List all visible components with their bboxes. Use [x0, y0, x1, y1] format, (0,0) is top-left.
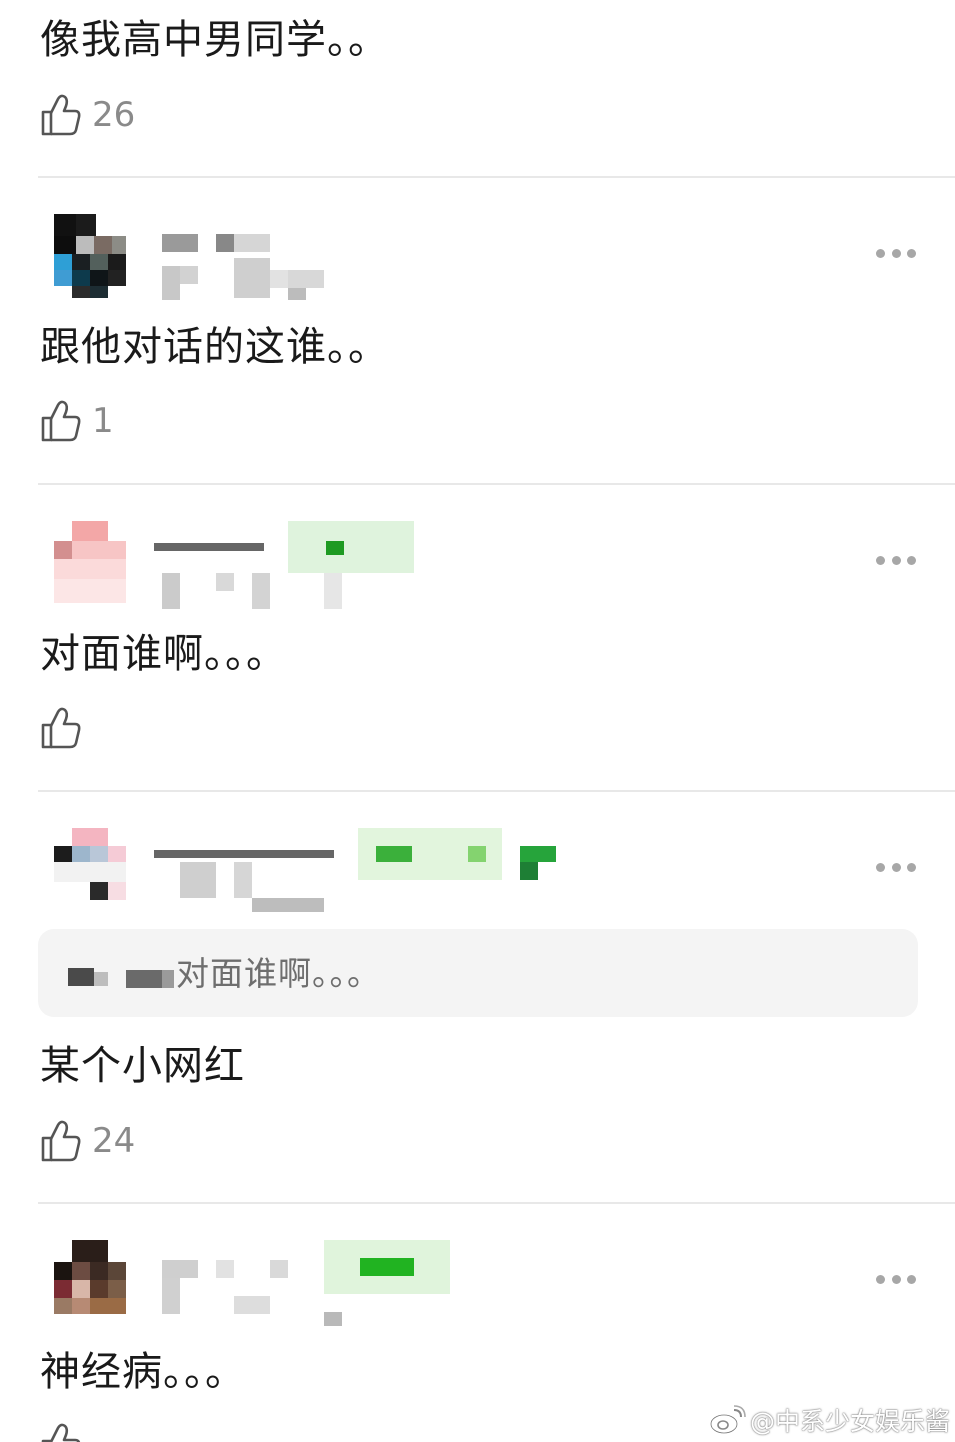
ellipsis-icon[interactable] — [876, 1273, 916, 1285]
avatar[interactable] — [40, 214, 130, 304]
avatar[interactable] — [40, 828, 130, 918]
username-blurred[interactable] — [150, 521, 570, 611]
avatar[interactable] — [40, 521, 130, 611]
thumbs-up-icon — [41, 1423, 81, 1442]
like-count: 26 — [92, 95, 136, 135]
ellipsis-icon[interactable] — [876, 247, 916, 259]
ellipsis-icon[interactable] — [876, 861, 916, 873]
like-button[interactable]: 24 — [40, 1119, 135, 1163]
comment-text: 某个小网红 — [40, 1043, 245, 1089]
username-blurred[interactable] — [150, 1240, 570, 1330]
like-button[interactable]: 26 — [40, 93, 135, 137]
thumbs-up-icon — [41, 707, 81, 749]
thumbs-up-icon — [41, 94, 81, 136]
like-button[interactable]: 1 — [40, 399, 114, 443]
quoted-username-blurred — [68, 964, 174, 992]
comment-text: 对面谁啊。。。 — [40, 631, 287, 677]
comment-text: 神经病。。。 — [40, 1349, 246, 1395]
divider — [38, 483, 955, 485]
thumbs-up-icon — [41, 1120, 81, 1162]
quoted-text: 对面谁啊。。。 — [176, 954, 381, 993]
username-blurred[interactable] — [150, 230, 570, 320]
like-button[interactable] — [40, 706, 92, 750]
username-blurred[interactable] — [150, 828, 570, 918]
divider — [38, 790, 955, 792]
watermark-text: @中系少女娱乐酱 — [750, 1407, 951, 1436]
thumbs-up-icon — [41, 400, 81, 442]
comment-text: 像我高中男同学。。 — [40, 17, 389, 63]
comment-text: 跟他对话的这谁。。 — [40, 324, 389, 370]
ellipsis-icon[interactable] — [876, 554, 916, 566]
avatar[interactable] — [40, 1240, 130, 1330]
divider — [38, 1202, 955, 1204]
like-count: 1 — [92, 401, 114, 441]
like-count: 24 — [92, 1121, 136, 1161]
like-button[interactable] — [40, 1422, 92, 1442]
weibo-logo-icon — [709, 1405, 746, 1435]
divider — [38, 176, 955, 178]
watermark: @中系少女娱乐酱 — [708, 1402, 950, 1438]
